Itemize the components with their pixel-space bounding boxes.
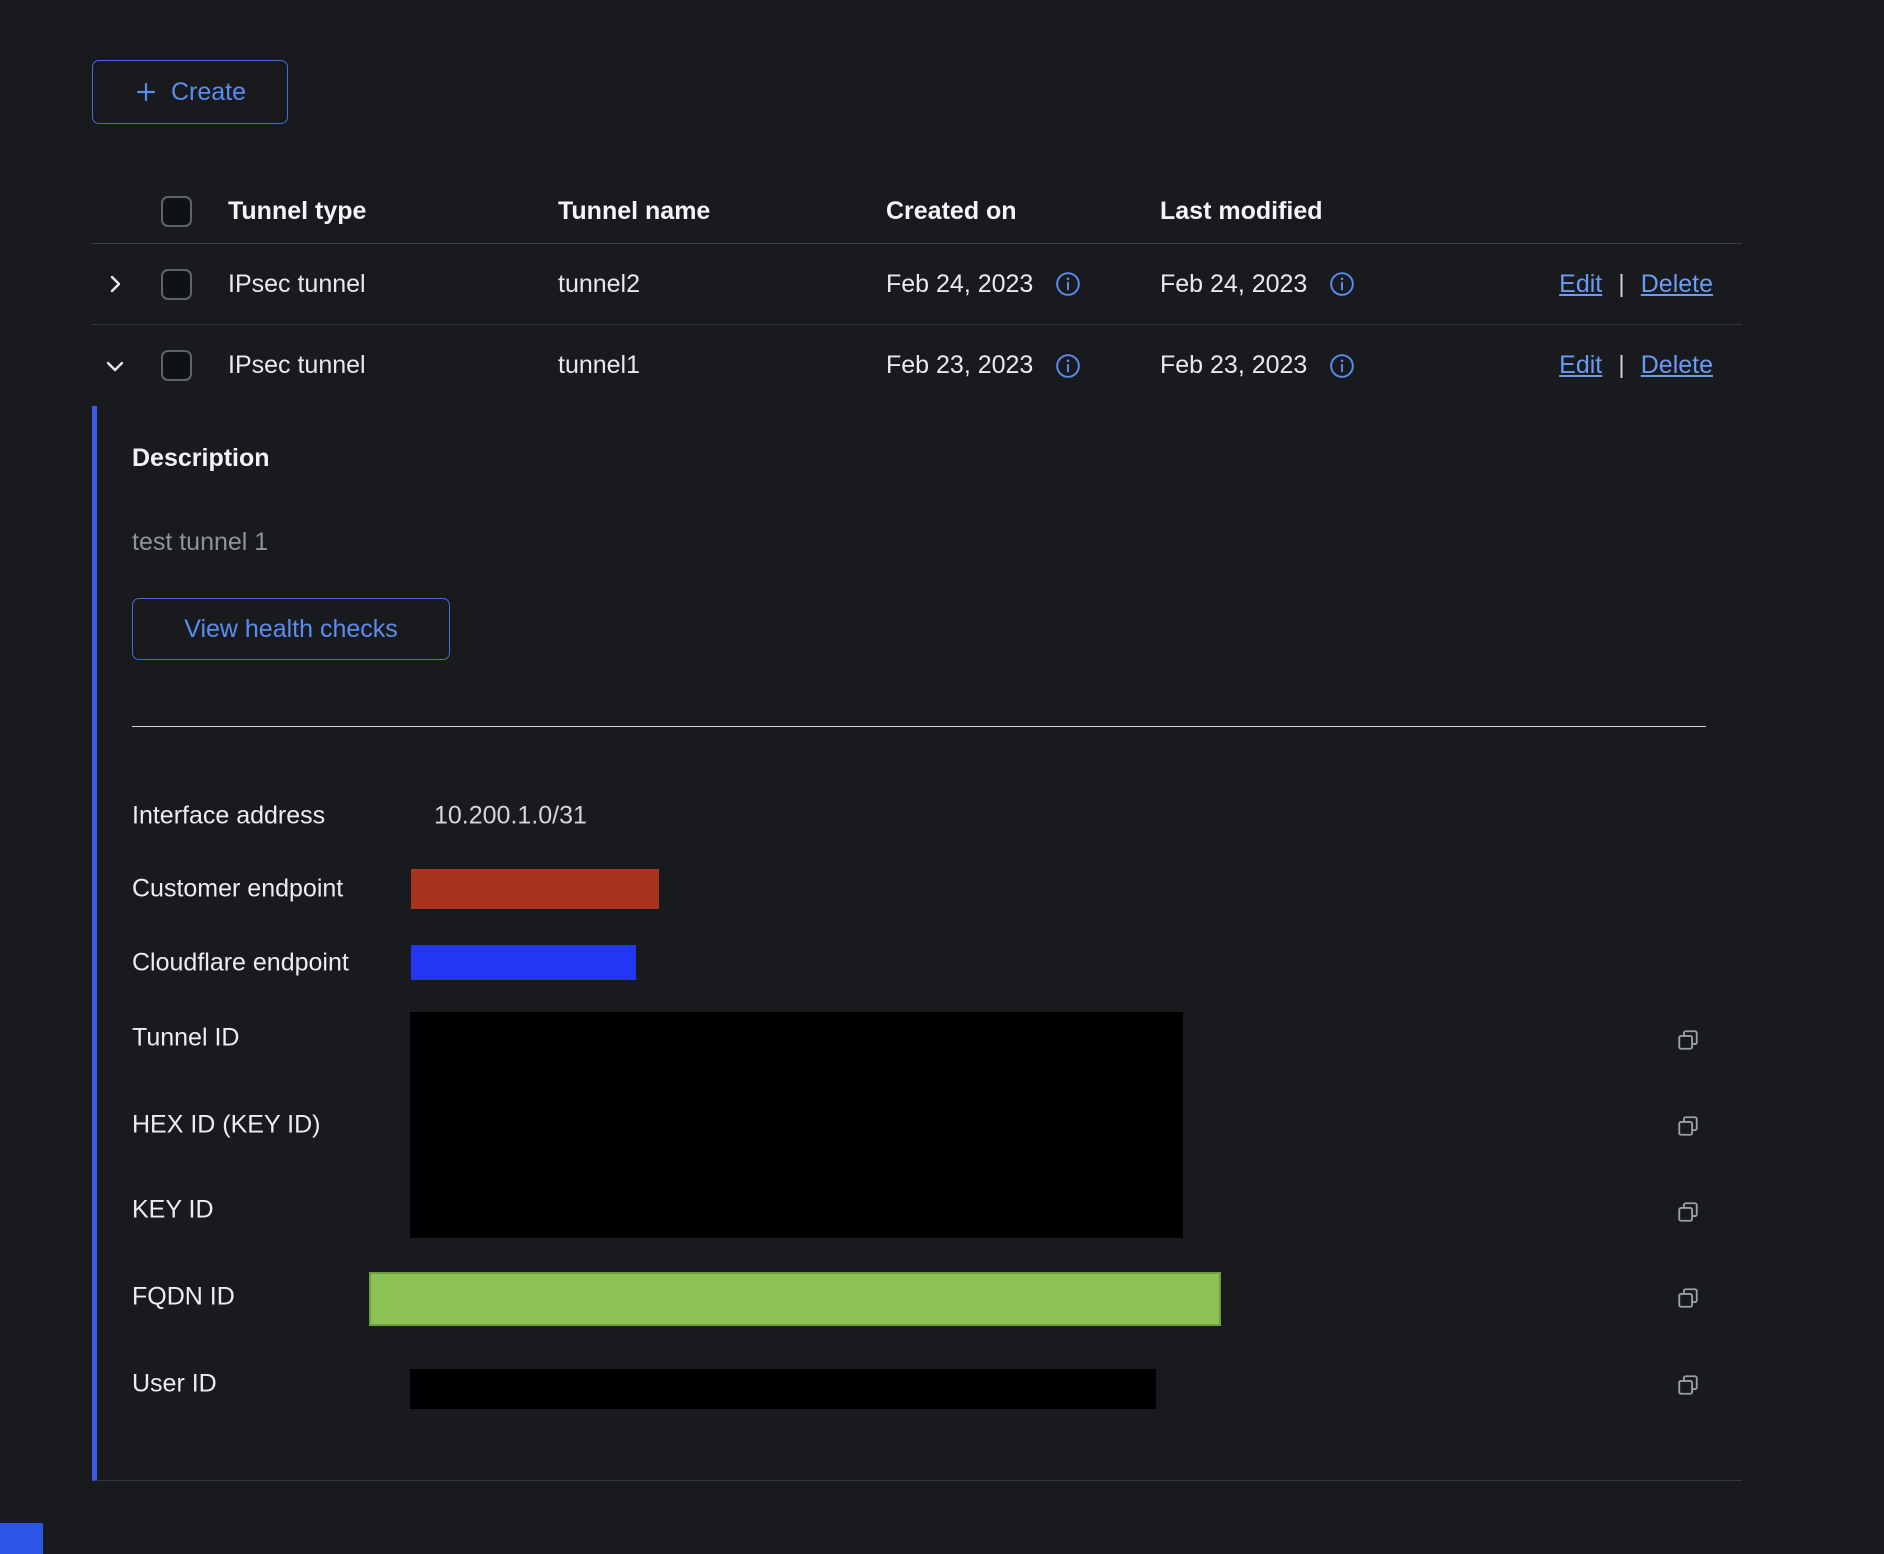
copy-hex-id-button[interactable] [1674, 1112, 1702, 1140]
create-button-label: Create [171, 78, 246, 107]
bottom-left-accent-bar [0, 1523, 43, 1554]
tunnel-name-value: tunnel1 [558, 351, 640, 380]
tunnel-name-value: tunnel2 [558, 270, 640, 299]
tunnel-type-value: IPsec tunnel [228, 270, 366, 299]
created-on-info-button[interactable] [1055, 271, 1081, 297]
table-row: IPsec tunnel tunnel2 Feb 24, 2023 Feb 24… [92, 244, 1742, 325]
header-tunnel-type: Tunnel type [228, 197, 366, 226]
view-health-checks-button[interactable]: View health checks [132, 598, 450, 660]
action-separator: | [1618, 351, 1625, 380]
table-header: Tunnel type Tunnel name Created on Last … [92, 180, 1742, 244]
last-modified-info-button[interactable] [1329, 353, 1355, 379]
header-last-modified: Last modified [1160, 197, 1323, 226]
last-modified-value: Feb 23, 2023 [1160, 351, 1307, 380]
cloudflare-endpoint-label: Cloudflare endpoint [132, 949, 349, 978]
tunnels-page: Create Tunnel type Tunnel name Created o… [0, 0, 1884, 1554]
delete-link[interactable]: Delete [1641, 270, 1713, 299]
info-icon [1329, 271, 1355, 297]
copy-icon [1674, 1371, 1702, 1399]
copy-user-id-button[interactable] [1674, 1371, 1702, 1399]
copy-icon [1674, 1198, 1702, 1226]
fqdn-id-redacted-value [369, 1272, 1221, 1326]
ids-redacted-value [410, 1012, 1183, 1238]
interface-address-label: Interface address [132, 802, 325, 831]
header-created-on: Created on [886, 197, 1017, 226]
chevron-down-icon [103, 354, 127, 378]
last-modified-info-button[interactable] [1329, 271, 1355, 297]
select-all-checkbox[interactable] [161, 196, 192, 227]
edit-link[interactable]: Edit [1559, 270, 1602, 299]
info-icon [1055, 271, 1081, 297]
chevron-right-icon [103, 272, 127, 296]
action-separator: | [1618, 270, 1625, 299]
cloudflare-endpoint-redacted-value [411, 945, 636, 980]
collapse-row-button[interactable] [103, 354, 127, 378]
last-modified-value: Feb 24, 2023 [1160, 270, 1307, 299]
info-icon [1055, 353, 1081, 379]
fqdn-id-label: FQDN ID [132, 1283, 235, 1312]
copy-icon [1674, 1284, 1702, 1312]
info-icon [1329, 353, 1355, 379]
copy-icon [1674, 1112, 1702, 1140]
plus-icon [134, 80, 158, 104]
user-id-label: User ID [132, 1370, 217, 1399]
hex-id-label: HEX ID (KEY ID) [132, 1111, 320, 1140]
key-id-label: KEY ID [132, 1196, 214, 1225]
description-value: test tunnel 1 [132, 528, 268, 557]
tunnel-id-label: Tunnel ID [132, 1024, 239, 1053]
tunnel-detail-panel: Description test tunnel 1 View health ch… [92, 406, 1742, 1481]
row-checkbox[interactable] [161, 350, 192, 381]
copy-tunnel-id-button[interactable] [1674, 1026, 1702, 1054]
copy-key-id-button[interactable] [1674, 1198, 1702, 1226]
created-on-value: Feb 23, 2023 [886, 351, 1033, 380]
header-tunnel-name: Tunnel name [558, 197, 710, 226]
row-checkbox[interactable] [161, 269, 192, 300]
customer-endpoint-label: Customer endpoint [132, 875, 343, 904]
edit-link[interactable]: Edit [1559, 351, 1602, 380]
copy-fqdn-id-button[interactable] [1674, 1284, 1702, 1312]
table-row: IPsec tunnel tunnel1 Feb 23, 2023 Feb 23… [92, 325, 1742, 406]
detail-divider [132, 726, 1706, 727]
customer-endpoint-redacted-value [411, 869, 659, 909]
copy-icon [1674, 1026, 1702, 1054]
description-label: Description [132, 444, 270, 473]
interface-address-value: 10.200.1.0/31 [434, 802, 587, 831]
created-on-info-button[interactable] [1055, 353, 1081, 379]
delete-link[interactable]: Delete [1641, 351, 1713, 380]
create-button[interactable]: Create [92, 60, 288, 124]
user-id-redacted-value [410, 1369, 1156, 1409]
created-on-value: Feb 24, 2023 [886, 270, 1033, 299]
tunnel-type-value: IPsec tunnel [228, 351, 366, 380]
expand-row-button[interactable] [103, 272, 127, 296]
